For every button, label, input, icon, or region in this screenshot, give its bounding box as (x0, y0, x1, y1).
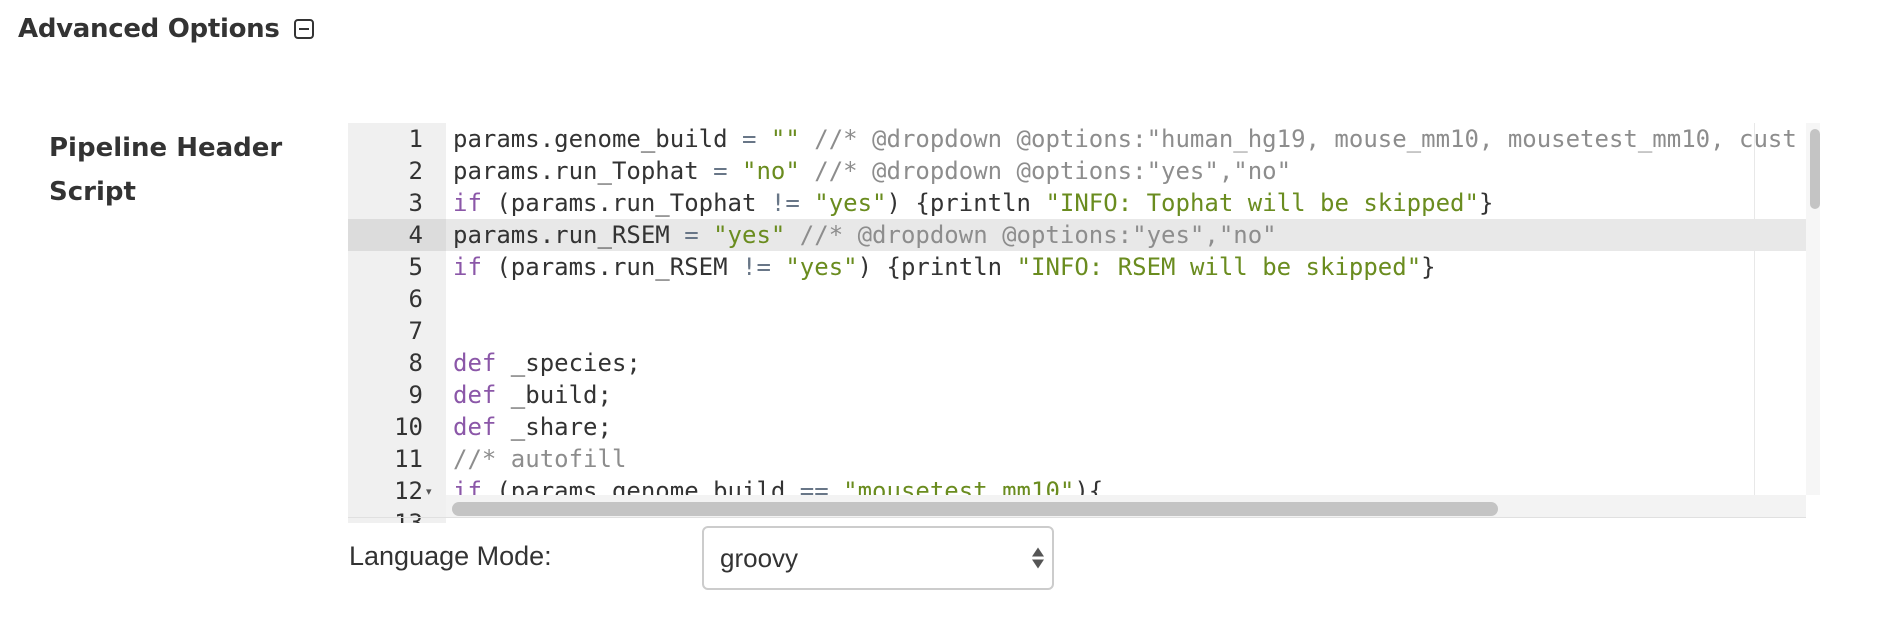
code-token-keyword: def (453, 381, 497, 409)
code-token-op: = (741, 125, 757, 153)
fold-arrow-icon[interactable]: ▾ (426, 485, 432, 498)
code-line: if (params.genome_build == "mousetest_mm… (453, 475, 1103, 495)
line-number-gutter: 1 2 3 4 5 6 7 8 9 10 11 12 ▾ 13 (348, 123, 446, 523)
code-line: if (params.run_RSEM != "yes") {println "… (453, 251, 1436, 283)
code-token-string: "INFO: Tophat will be skipped" (1045, 189, 1479, 217)
code-token-text: _build; (496, 381, 612, 409)
select-arrows-icon (1032, 547, 1044, 569)
line-number: 5 (408, 253, 423, 281)
language-mode-value: groovy (720, 542, 799, 573)
horizontal-scrollbar-thumb[interactable] (452, 502, 1498, 516)
code-token-text: _share; (496, 413, 612, 441)
code-line: params.run_RSEM = "yes" //* @dropdown @o… (453, 219, 1277, 251)
section-title: Advanced Options (18, 14, 280, 44)
code-token-comment: //* autofill (453, 445, 627, 473)
advanced-options-header: Advanced Options (18, 14, 314, 44)
code-token-comment: //* @dropdown @options:"yes","no" (799, 221, 1277, 249)
vertical-scrollbar-thumb[interactable] (1810, 129, 1820, 209)
line-number: 10 (394, 413, 423, 441)
code-token-string: "yes" (713, 221, 786, 249)
code-token-keyword: if (453, 477, 482, 495)
code-token-op: = (713, 157, 728, 185)
code-line: params.run_Tophat = "no" //* @dropdown @… (453, 155, 1291, 187)
code-line: def _share; (453, 411, 612, 443)
code-token-text: _species; (496, 349, 641, 377)
code-editor[interactable]: 1 2 3 4 5 6 7 8 9 10 11 12 ▾ 13 params.genome_build =… (348, 123, 1820, 523)
code-token-string: "INFO: RSEM will be skipped" (1016, 253, 1422, 281)
code-token-keyword: def (453, 349, 497, 377)
code-token-op: != (742, 253, 771, 281)
code-line: params.genome_build = "" //* @dropdown @… (453, 123, 1797, 155)
language-mode-label: Language Mode: (349, 541, 552, 571)
label-line-2: Script (49, 177, 136, 207)
editor-bottom-border (348, 517, 1806, 518)
code-token-comment: //* @dropdown @options:"yes","no" (814, 157, 1292, 185)
code-token-string: "" (770, 125, 800, 153)
code-token-comment: //* @dropdown @options:"human_hg19, mous… (814, 125, 1797, 153)
code-line: def _species; (453, 347, 641, 379)
code-token-keyword: def (453, 413, 497, 441)
pipeline-header-script-label: Pipeline Header Script (49, 126, 309, 214)
code-token-op: = (684, 221, 699, 249)
code-token-string: "mousetest_mm10" (843, 477, 1075, 495)
code-token-text: params.genome_build (453, 125, 742, 153)
code-token-text: ){ (1074, 477, 1104, 495)
code-line: if (params.run_Tophat != "yes") {println… (453, 187, 1493, 219)
line-number: 11 (394, 445, 423, 473)
line-number: 1 (408, 125, 423, 153)
line-number: 3 (408, 189, 423, 217)
line-number: 4 (408, 221, 423, 249)
code-token-text: ) {println (886, 189, 1046, 217)
line-number: 13 (394, 509, 423, 523)
line-number: 2 (408, 157, 423, 185)
code-token-text: (params.run_RSEM (481, 253, 742, 281)
line-number: 6 (408, 285, 423, 313)
code-token-op: != (770, 189, 800, 217)
code-token-text: params.run_Tophat (453, 157, 714, 185)
label-line-1: Pipeline Header (49, 133, 283, 163)
code-token-text: (params.genome_build (481, 477, 800, 495)
code-line: //* autofill (453, 443, 626, 475)
code-token-keyword: if (453, 189, 482, 217)
code-token-keyword: if (453, 253, 482, 281)
collapse-minus-icon[interactable] (293, 19, 314, 39)
code-token-text: ) {println (857, 253, 1017, 281)
code-line: def _build; (453, 379, 612, 411)
code-token-text: } (1478, 189, 1494, 217)
code-token-string: "no" (742, 157, 800, 185)
code-token-text: params.run_RSEM (453, 221, 685, 249)
code-content[interactable]: params.genome_build = "" //* @dropdown @… (446, 123, 1806, 495)
code-token-op: == (799, 477, 829, 495)
line-number: 7 (408, 317, 423, 345)
print-margin (1754, 123, 1755, 495)
code-token-string: "yes" (785, 253, 858, 281)
line-number: 9 (408, 381, 423, 409)
line-number: 12 (394, 477, 423, 505)
language-mode-select[interactable]: groovy (702, 526, 1054, 590)
code-token-string: "yes" (814, 189, 887, 217)
code-token-text: } (1421, 253, 1436, 281)
code-token-text: (params.run_Tophat (481, 189, 771, 217)
line-number: 8 (408, 349, 423, 377)
